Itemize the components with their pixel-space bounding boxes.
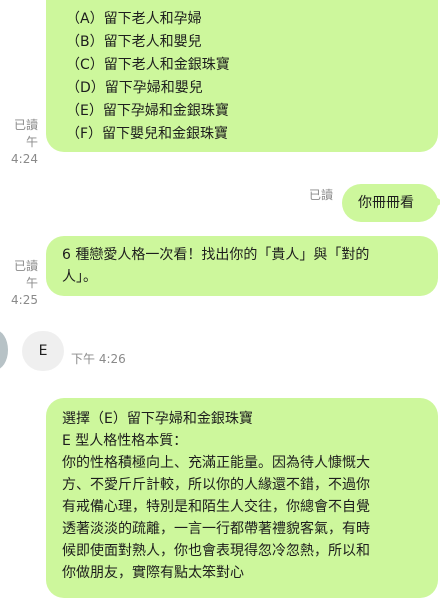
option-f: （F）留下嬰兒和金銀珠寶: [66, 126, 229, 142]
option-d: （D）留下孕婦和嬰兒: [66, 80, 203, 96]
intro-message-meta: 已讀 午 4:25: [0, 258, 38, 309]
incoming-message-bubble[interactable]: E: [22, 331, 64, 371]
options-message-meta: 已讀 午 4:24: [0, 117, 38, 168]
intro-line-1: 6 種戀愛人格一次看！找出你的「貴人」與「對的: [62, 247, 370, 263]
result-line-1: 選擇（E）留下孕婦和金銀珠寶: [62, 411, 253, 427]
incoming-message-time: 下午 4:26: [71, 352, 126, 366]
incoming-message-text: E: [38, 343, 48, 359]
option-e: （E）留下孕婦和金銀珠寶: [66, 103, 229, 119]
option-b: （B）留下老人和嬰兒: [66, 34, 202, 50]
read-receipt: 已讀: [13, 118, 38, 132]
result-message-bubble[interactable]: 選擇（E）留下孕婦和金銀珠寶 E 型人格性格本質： 你的性格積極向上、充滿正能量…: [46, 398, 438, 598]
result-line-3: 你的性格積極向上、充滿正能量。因為待人慷慨大: [62, 455, 370, 471]
result-line-5: 有戒備心理，特別是和陌生人交往，你總會不自覺: [62, 499, 370, 515]
reply-message-bubble[interactable]: 你冊冊看: [342, 184, 440, 222]
intro-line-2: 人」。: [62, 269, 97, 285]
result-line-8: 你做朋友，實際有點太笨對心: [62, 565, 244, 581]
reply-read-receipt: 已讀: [309, 188, 334, 202]
read-receipt: 已讀: [13, 259, 38, 273]
result-line-2: E 型人格性格本質：: [62, 433, 188, 449]
options-message-bubble[interactable]: （A）留下老人和孕婦 （B）留下老人和嬰兒 （C）留下老人和金銀珠寶 （D）留下…: [46, 0, 438, 152]
result-line-6: 透著淡淡的疏離，一言一行都帶著禮貌客氣，有時: [62, 521, 370, 537]
message-time: 午 4:24: [11, 135, 38, 166]
option-a: （A）留下老人和孕婦: [66, 11, 202, 27]
message-time: 午 4:25: [11, 276, 38, 307]
result-line-7: 候即使面對熟人，你也會表現得忽冷忽熱，所以和: [62, 543, 370, 559]
bubble-tail: [434, 196, 440, 208]
result-line-4: 方、不愛斤斤計較，所以你的人緣還不錯，不過你: [62, 477, 370, 493]
intro-message-bubble[interactable]: 6 種戀愛人格一次看！找出你的「貴人」與「對的 人」。: [46, 236, 438, 296]
option-c: （C）留下老人和金銀珠寶: [66, 57, 230, 73]
contact-avatar[interactable]: [0, 330, 8, 370]
reply-message-text: 你冊冊看: [358, 195, 414, 211]
